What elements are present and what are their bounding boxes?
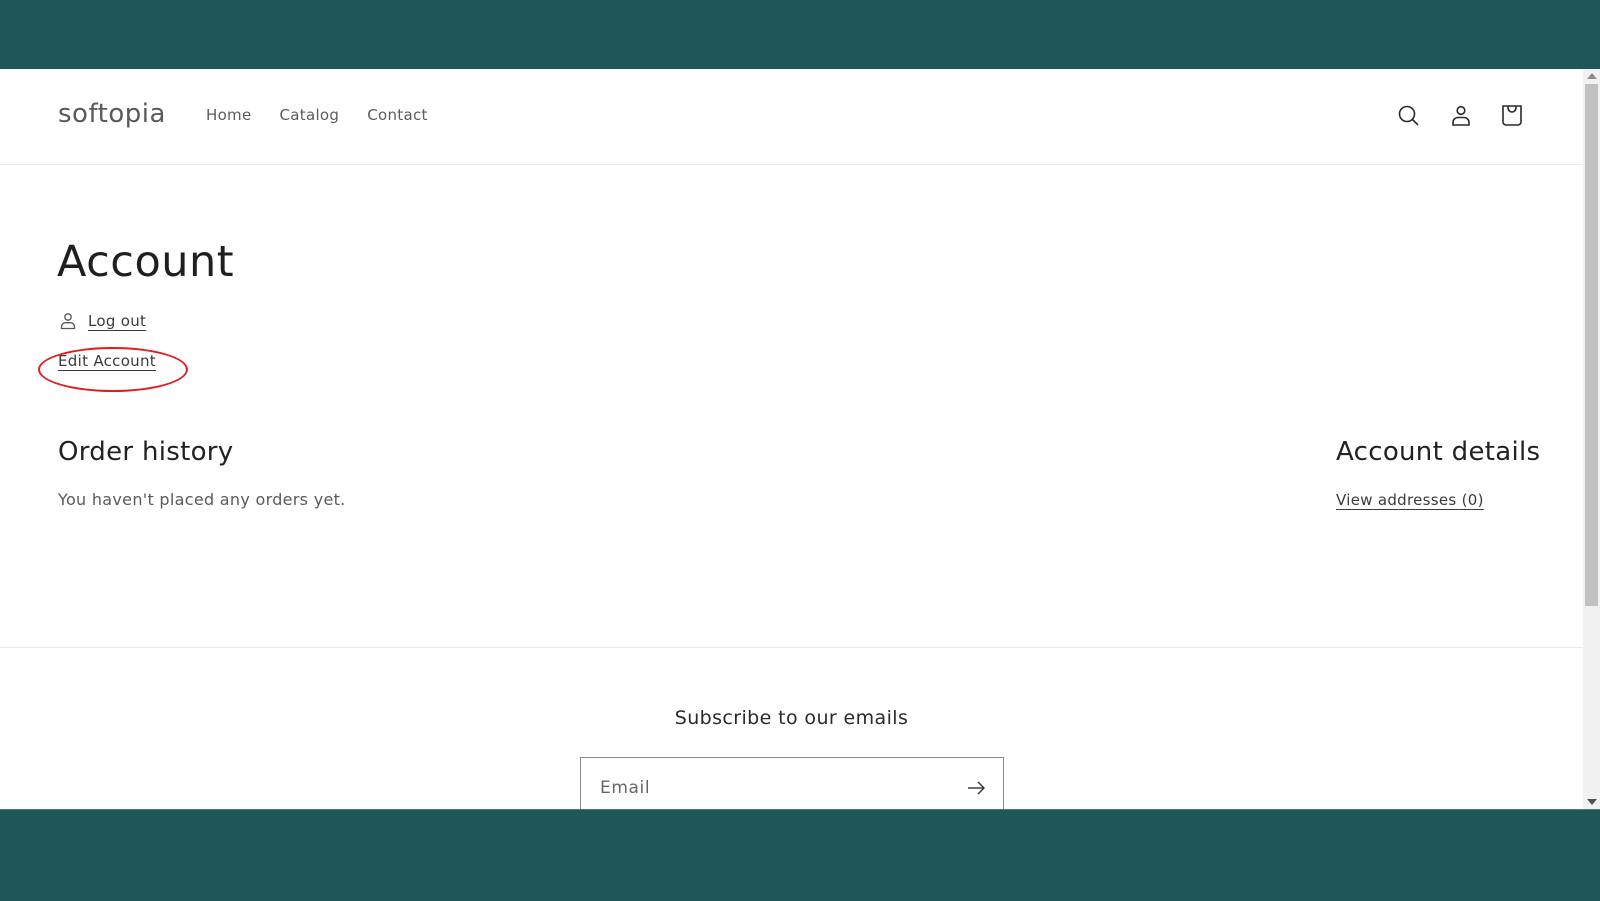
nav-contact[interactable]: Contact [367, 106, 427, 124]
site-header: softopia Home Catalog Contact [0, 69, 1583, 165]
newsletter-form [580, 757, 1004, 809]
order-history-empty-text: You haven't placed any orders yet. [58, 490, 346, 509]
email-input[interactable] [598, 772, 942, 804]
page: softopia Home Catalog Contact Account Lo… [0, 69, 1583, 809]
triangle-down-icon [1586, 799, 1597, 805]
newsletter-heading: Subscribe to our emails [674, 707, 909, 729]
scroll-up-button[interactable] [1583, 69, 1600, 83]
nav-home[interactable]: Home [206, 106, 252, 124]
vertical-scrollbar[interactable] [1583, 69, 1600, 809]
main-nav: Home Catalog Contact [206, 106, 428, 124]
scroll-down-button[interactable] [1583, 795, 1600, 809]
cart-icon [1502, 105, 1522, 126]
search-icon [1398, 105, 1419, 126]
logout-row: Log out [58, 311, 146, 331]
triangle-up-icon [1586, 73, 1597, 79]
browser-viewport: softopia Home Catalog Contact Account Lo… [0, 69, 1600, 809]
page-title: Account [57, 237, 235, 287]
nav-catalog[interactable]: Catalog [280, 106, 340, 124]
top-band [0, 0, 1600, 69]
view-addresses-link[interactable]: View addresses (0) [1336, 491, 1484, 509]
arrow-right-icon[interactable] [963, 775, 989, 801]
bottom-band [0, 809, 1600, 901]
account-button[interactable] [1444, 99, 1478, 133]
order-history-heading: Order history [58, 437, 234, 467]
cart-button[interactable] [1495, 99, 1529, 133]
scrollbar-thumb[interactable] [1585, 84, 1598, 606]
account-details-heading: Account details [1336, 437, 1541, 467]
account-icon [1452, 105, 1470, 126]
edit-account-link[interactable]: Edit Account [58, 352, 156, 370]
logout-link[interactable]: Log out [88, 312, 146, 330]
store-logo[interactable]: softopia [58, 99, 166, 129]
user-icon [60, 313, 76, 330]
search-button[interactable] [1392, 99, 1426, 133]
footer-divider [0, 647, 1583, 648]
